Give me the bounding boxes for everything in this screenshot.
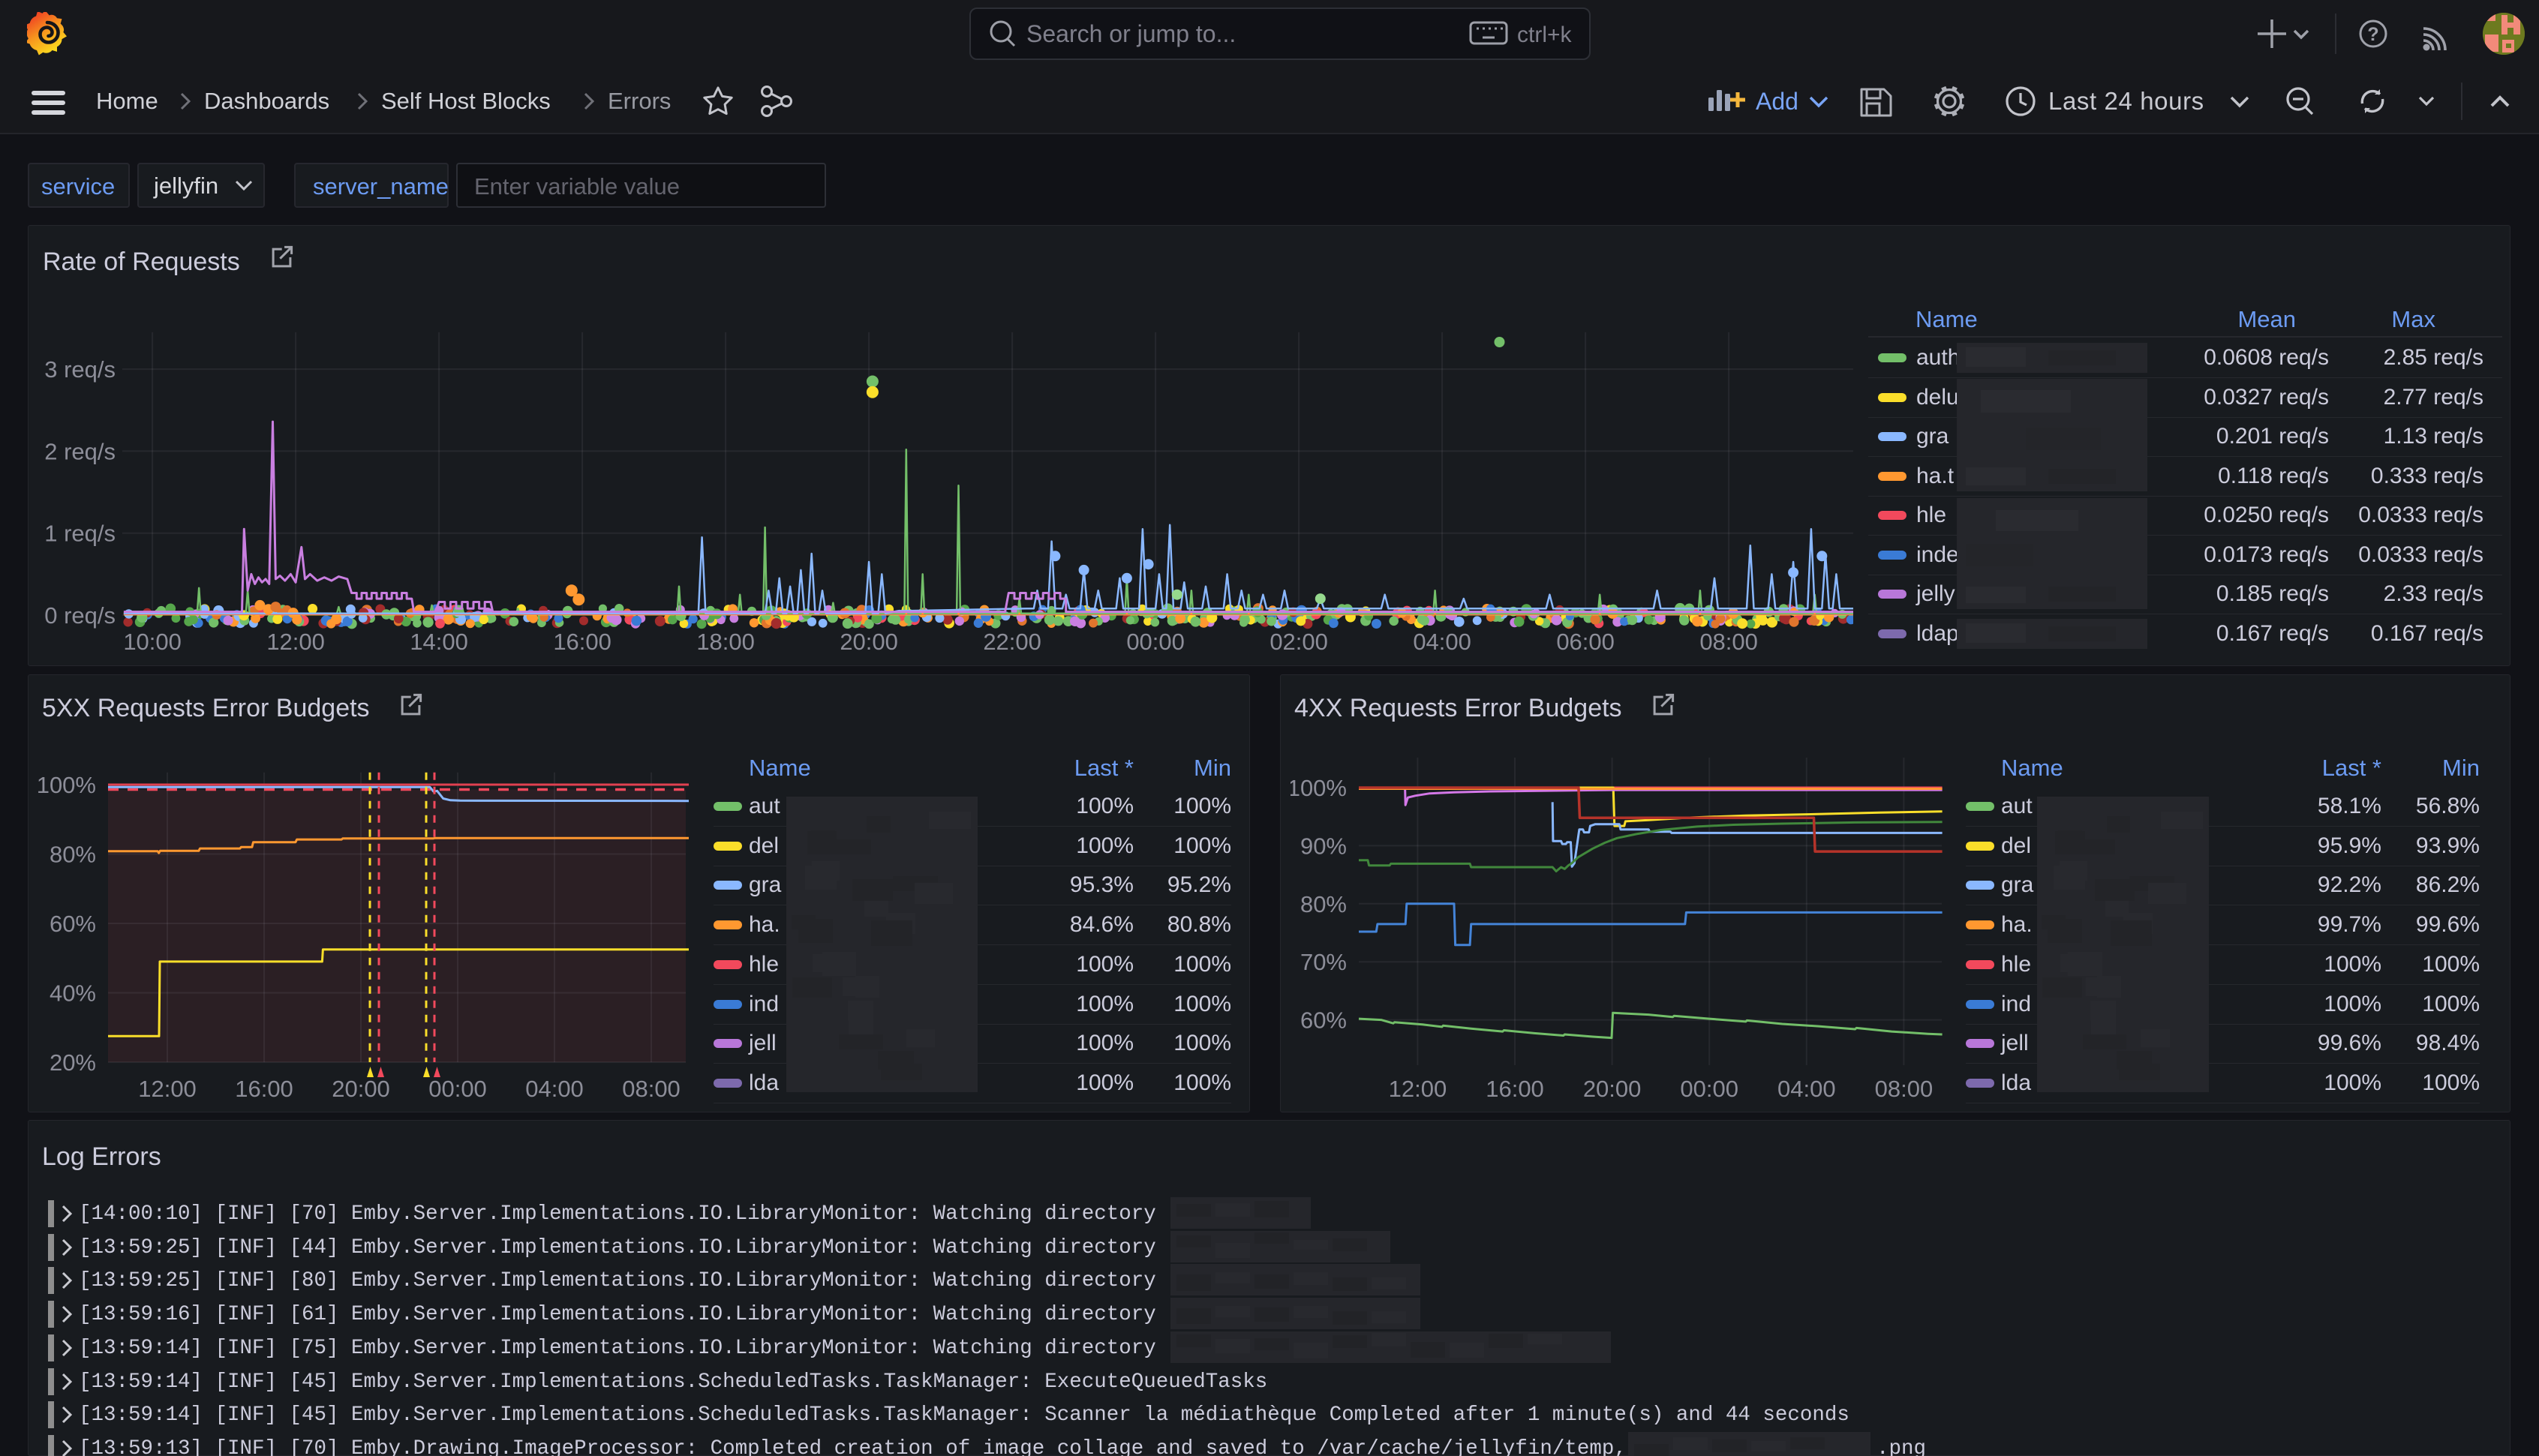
svg-text:0 req/s: 0 req/s: [44, 602, 116, 629]
svg-text:04:00: 04:00: [1413, 629, 1471, 655]
svg-text:2 req/s: 2 req/s: [44, 438, 116, 464]
svg-text:04:00: 04:00: [525, 1076, 584, 1102]
svg-text:00:00: 00:00: [1126, 629, 1185, 655]
svg-text:Errors: Errors: [608, 88, 671, 114]
svg-text:40%: 40%: [50, 980, 96, 1007]
svg-text:Last 24 hours: Last 24 hours: [2048, 87, 2204, 115]
svg-text:3 req/s: 3 req/s: [44, 356, 116, 383]
svg-text:04:00: 04:00: [1777, 1076, 1836, 1102]
svg-text:70%: 70%: [1300, 949, 1347, 975]
svg-text:00:00: 00:00: [1680, 1076, 1738, 1102]
svg-text:100%: 100%: [1291, 775, 1347, 801]
svg-text:00:00: 00:00: [428, 1076, 487, 1102]
svg-text:08:00: 08:00: [622, 1076, 681, 1102]
svg-text:80%: 80%: [50, 842, 96, 868]
svg-text:16:00: 16:00: [553, 629, 611, 655]
svg-text:02:00: 02:00: [1270, 629, 1328, 655]
svg-text:60%: 60%: [50, 911, 96, 937]
svg-text:20:00: 20:00: [1583, 1076, 1642, 1102]
svg-text:12:00: 12:00: [266, 629, 325, 655]
svg-text:90%: 90%: [1300, 833, 1347, 859]
svg-text:06:00: 06:00: [1556, 629, 1615, 655]
svg-text:Self Host Blocks: Self Host Blocks: [381, 88, 551, 114]
svg-text:Add: Add: [1756, 88, 1798, 115]
svg-text:Search or jump to...: Search or jump to...: [1026, 20, 1236, 47]
svg-text:22:00: 22:00: [983, 629, 1041, 655]
svg-text:16:00: 16:00: [1486, 1076, 1544, 1102]
svg-text:60%: 60%: [1300, 1007, 1347, 1034]
svg-text:20%: 20%: [50, 1049, 96, 1076]
svg-text:Dashboards: Dashboards: [204, 88, 329, 114]
svg-text:12:00: 12:00: [1389, 1076, 1447, 1102]
svg-text:08:00: 08:00: [1699, 629, 1758, 655]
svg-text:1 req/s: 1 req/s: [44, 521, 116, 547]
svg-text:10:00: 10:00: [123, 629, 182, 655]
svg-text:20:00: 20:00: [332, 1076, 390, 1102]
svg-text:20:00: 20:00: [840, 629, 898, 655]
svg-text:Home: Home: [96, 88, 158, 114]
svg-text:ctrl+k: ctrl+k: [1517, 23, 1573, 47]
svg-text:12:00: 12:00: [138, 1076, 197, 1102]
svg-text:?: ?: [2367, 24, 2378, 45]
svg-text:18:00: 18:00: [696, 629, 755, 655]
svg-text:14:00: 14:00: [410, 629, 468, 655]
svg-text:08:00: 08:00: [1875, 1076, 1934, 1102]
svg-text:16:00: 16:00: [235, 1076, 293, 1102]
svg-text:80%: 80%: [1300, 891, 1347, 917]
svg-text:100%: 100%: [37, 772, 96, 798]
